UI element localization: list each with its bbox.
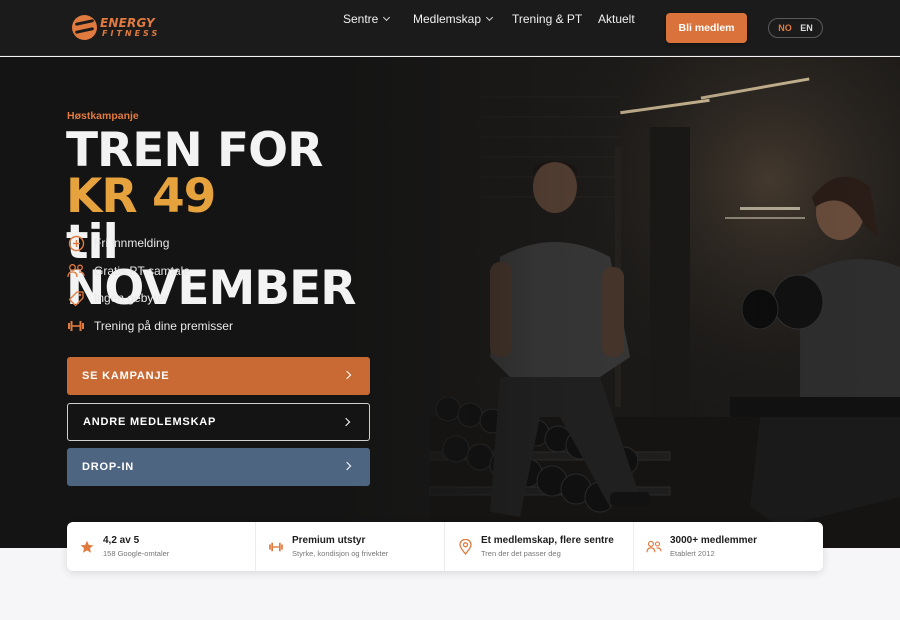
logo-line2: FITNESS [102, 28, 161, 38]
nav-item-aktuelt[interactable]: Aktuelt [598, 12, 635, 26]
location-pin-icon [457, 538, 473, 555]
top-navbar: ENERGY FITNESS Sentre Medlemskap Trening… [0, 0, 900, 56]
nav-item-trening-pt[interactable]: Trening & PT [512, 12, 582, 26]
language-switcher: NO EN [768, 18, 823, 38]
hero-section: Høstkampanje TREN FOR KR 49 til NOVEMBER… [0, 57, 900, 548]
stat-members: 3000+ medlemmer Etablert 2012 [634, 522, 823, 571]
star-icon [79, 539, 95, 555]
feature-label: Trening på dine premisser [94, 319, 233, 333]
join-button[interactable]: Bli medlem [666, 13, 747, 43]
chevron-down-icon [383, 13, 391, 22]
nav-item-medlemskap[interactable]: Medlemskap [413, 12, 494, 26]
plus-circle-icon [67, 234, 85, 252]
chevron-right-icon [342, 370, 352, 380]
button-label: ANDRE MEDLEMSKAP [83, 416, 217, 428]
stat-title: 3000+ medlemmer [670, 535, 758, 546]
list-item: Fri innmelding [67, 234, 169, 252]
hero-headline: TREN FOR KR 49 til NOVEMBER [66, 127, 356, 312]
button-label: DROP-IN [82, 461, 135, 473]
see-campaign-button[interactable]: SE KAMPANJE [67, 357, 370, 395]
chevron-right-icon [341, 417, 351, 427]
logo-mark-icon [72, 14, 97, 40]
lang-option-en[interactable]: EN [800, 23, 813, 33]
stat-title: Premium utstyr [292, 535, 366, 546]
other-memberships-button[interactable]: ANDRE MEDLEMSKAP [67, 403, 370, 441]
list-item: Gratis PT-samtale [67, 262, 190, 280]
nav-item-label: Aktuelt [598, 12, 635, 26]
stat-rating: 4,2 av 5 158 Google-omtaler [67, 522, 256, 571]
feature-label: Ingen gebyrer [94, 291, 169, 305]
stat-equipment: Premium utstyr Styrke, kondisjon og friv… [256, 522, 445, 571]
list-item: Ingen gebyrer [67, 289, 168, 307]
drop-in-button[interactable]: DROP-IN [67, 448, 370, 486]
nav-item-label: Medlemskap [413, 12, 482, 26]
stats-bar: 4,2 av 5 158 Google-omtaler Premium utst… [67, 522, 823, 571]
nav-item-label: Sentre [343, 12, 379, 26]
dumbbell-icon [67, 317, 85, 335]
brand-logo[interactable]: ENERGY FITNESS [72, 14, 160, 40]
feature-label: Gratis PT-samtale [94, 264, 191, 278]
tag-icon [67, 289, 85, 307]
campaign-eyebrow: Høstkampanje [67, 110, 139, 122]
chevron-down-icon [485, 13, 494, 22]
stat-subtitle: Tren der det passer deg [481, 549, 561, 558]
feature-label: Fri innmelding [94, 236, 170, 250]
stat-subtitle: Styrke, kondisjon og frivekter [292, 549, 389, 558]
people-chat-icon [67, 262, 85, 280]
dumbbell-icon [268, 539, 284, 555]
stat-subtitle: Etablert 2012 [670, 549, 715, 558]
list-item: Trening på dine premisser [67, 317, 233, 335]
nav-item-label: Trening & PT [512, 12, 583, 26]
nav-item-sentre[interactable]: Sentre [343, 12, 391, 26]
chevron-right-icon [342, 461, 352, 471]
logo-line1: ENERGY [100, 15, 155, 30]
stat-title: 4,2 av 5 [103, 535, 140, 546]
stat-locations: Et medlemskap, flere sentre Tren der det… [445, 522, 634, 571]
people-icon [646, 539, 662, 555]
stat-title: Et medlemskap, flere sentre [481, 535, 614, 546]
button-label: SE KAMPANJE [82, 370, 170, 382]
lang-option-no[interactable]: NO [778, 23, 792, 33]
stat-subtitle: 158 Google-omtaler [103, 549, 170, 558]
